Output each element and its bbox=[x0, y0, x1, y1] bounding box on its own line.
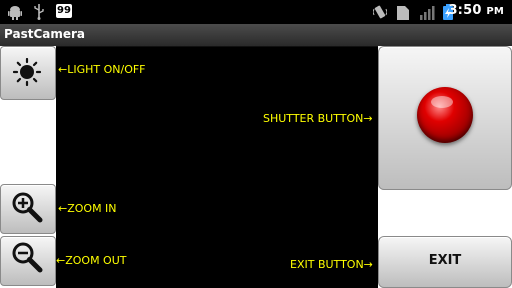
light-annotation: ←LIGHT ON/OFF bbox=[58, 63, 146, 76]
sim-icon bbox=[397, 6, 409, 20]
status-time: 3:50 PM bbox=[448, 3, 504, 18]
status-bar: 99 3:50 PM bbox=[0, 0, 512, 24]
zoom-in-icon bbox=[12, 192, 43, 223]
signal-icon bbox=[420, 6, 435, 20]
zoom-out-annotation: ←ZOOM OUT bbox=[56, 254, 127, 267]
app-title: PastCamera bbox=[4, 27, 86, 41]
vibrate-icon bbox=[373, 5, 387, 19]
exit-annotation: EXIT BUTTON→ bbox=[290, 258, 373, 271]
sun-icon bbox=[13, 58, 41, 86]
status-time-value: 3:50 bbox=[448, 3, 482, 18]
zoom-in-annotation: ←ZOOM IN bbox=[58, 202, 117, 215]
battery-level-badge: 99 bbox=[56, 4, 72, 18]
android-debug-icon bbox=[8, 6, 22, 20]
zoom-out-icon bbox=[12, 242, 43, 273]
usb-icon bbox=[34, 4, 44, 20]
exit-button[interactable]: EXIT bbox=[378, 236, 512, 288]
shutter-button[interactable] bbox=[378, 46, 512, 190]
shutter-record-icon bbox=[417, 87, 473, 143]
exit-button-label: EXIT bbox=[428, 253, 462, 268]
title-bar: PastCamera bbox=[0, 24, 512, 47]
shutter-annotation: SHUTTER BUTTON→ bbox=[263, 112, 373, 125]
status-time-suffix: PM bbox=[486, 6, 504, 17]
